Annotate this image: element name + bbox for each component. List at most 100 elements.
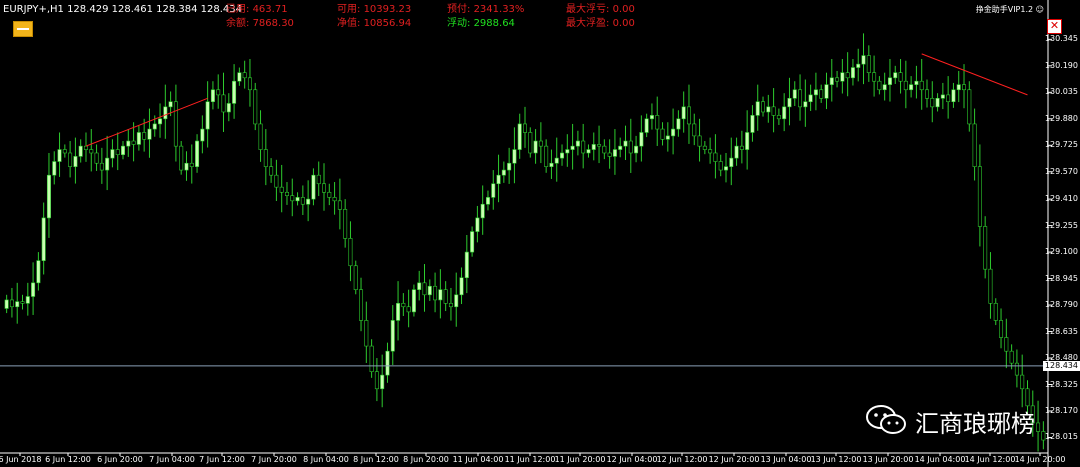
candle-body — [967, 89, 972, 125]
candle-body — [237, 72, 242, 82]
mt4-chart-window[interactable]: EURJPY+,H1 128.429 128.461 128.384 128.4… — [0, 0, 1080, 467]
candle-body — [512, 149, 517, 164]
candle-body — [983, 226, 988, 270]
candle-body — [279, 186, 284, 193]
candle-body — [300, 197, 305, 205]
candle-body — [401, 303, 406, 308]
y-tick-label: 128.015 — [1044, 432, 1078, 442]
candle-body — [163, 106, 168, 120]
candle-body — [649, 115, 654, 120]
candle-body — [353, 265, 358, 290]
candle-body — [898, 72, 903, 82]
candle-body — [1004, 337, 1009, 352]
x-tick-label: 13 Jun 20:00 — [862, 455, 914, 464]
candle-body — [491, 183, 496, 198]
candle-body — [158, 118, 163, 125]
stat-0: 已用: 463.71 — [226, 4, 288, 16]
candle-body — [750, 115, 755, 133]
candle-body — [242, 72, 247, 79]
stat-5: 净值: 10856.94 — [337, 18, 411, 30]
candle-body — [311, 174, 316, 200]
candle-body — [205, 101, 210, 130]
candle-body — [390, 320, 395, 352]
candle-body — [914, 80, 919, 85]
candle-body — [269, 166, 274, 176]
candle-body — [581, 140, 586, 154]
candle-body — [464, 251, 469, 279]
candle-body — [52, 161, 57, 176]
x-tick-label: 13 Jun 12:00 — [810, 455, 862, 464]
candle-body — [1014, 362, 1019, 376]
candle-body — [9, 299, 14, 308]
stat-value: 10856.94 — [363, 18, 412, 29]
stat-value: 463.71 — [252, 4, 288, 15]
stat-label: 净值: — [337, 18, 364, 29]
candle-body — [702, 145, 707, 150]
candle-body — [856, 63, 861, 68]
price-chart[interactable] — [0, 0, 1080, 467]
candle-body — [639, 132, 644, 147]
candle-body — [89, 149, 94, 154]
candle-body — [808, 94, 813, 103]
candle-body — [25, 296, 30, 304]
candle-body — [184, 162, 189, 171]
candle-body — [427, 285, 432, 296]
minimize-icon[interactable] — [13, 21, 33, 37]
candle-body — [221, 94, 226, 113]
candle-body — [57, 149, 62, 162]
stat-4: 余额: 7868.30 — [226, 18, 294, 30]
candle-body — [1020, 374, 1025, 390]
candle-body — [729, 157, 734, 167]
x-tick-label: 14 Jun 04:00 — [914, 455, 966, 464]
candle-body — [591, 144, 596, 150]
candle-body — [258, 123, 263, 150]
candle-body — [359, 289, 364, 321]
candle-body — [787, 98, 792, 108]
close-button[interactable]: ✕ — [1047, 19, 1062, 34]
y-tick-label: 129.880 — [1044, 113, 1078, 123]
candle-body — [36, 260, 41, 284]
candle-body — [247, 77, 252, 91]
candle-body — [692, 123, 697, 137]
candle-body — [951, 89, 956, 103]
candle-body — [909, 84, 914, 91]
candle-body — [739, 145, 744, 150]
candle-body — [480, 203, 485, 219]
candle-body — [115, 149, 120, 155]
candle-body — [173, 101, 178, 147]
candle-body — [597, 144, 602, 147]
candle-body — [935, 98, 940, 108]
candle-body — [708, 149, 713, 154]
x-tick-label: 12 Jun 12:00 — [656, 455, 708, 464]
candle-body — [771, 106, 776, 116]
y-tick-label: 128.635 — [1044, 326, 1078, 336]
candle-body — [232, 80, 237, 104]
candle-body — [417, 282, 422, 290]
stat-value: 0.00 — [612, 18, 635, 29]
candle-body — [322, 183, 326, 193]
candle-body — [877, 80, 882, 91]
watermark-text: 汇商琅琊榜 — [915, 410, 1035, 438]
candle-body — [623, 140, 628, 147]
candle-body — [554, 157, 559, 164]
candle-body — [660, 128, 665, 140]
candle-body — [31, 282, 36, 297]
candle-body — [956, 84, 961, 91]
stat-value: 0.00 — [612, 4, 635, 15]
stat-6: 浮动: 2988.64 — [447, 18, 515, 30]
stat-3: 最大浮亏: 0.00 — [566, 4, 635, 16]
candle-body — [1009, 350, 1014, 364]
candle-body — [644, 118, 649, 133]
candle-body — [972, 123, 977, 167]
stat-2: 预付: 2341.33% — [447, 4, 524, 16]
symbol-info: EURJPY+,H1 128.429 128.461 128.384 128.4… — [3, 4, 243, 15]
candle-body — [924, 89, 929, 99]
candle-body — [380, 374, 385, 390]
candle-body — [665, 135, 670, 140]
candle-body — [475, 217, 480, 232]
wechat-icon — [866, 405, 906, 434]
candle-body — [200, 128, 205, 142]
y-tick-label: 129.570 — [1044, 166, 1078, 176]
stat-label: 已用: — [226, 4, 253, 15]
candle-body — [919, 80, 924, 91]
